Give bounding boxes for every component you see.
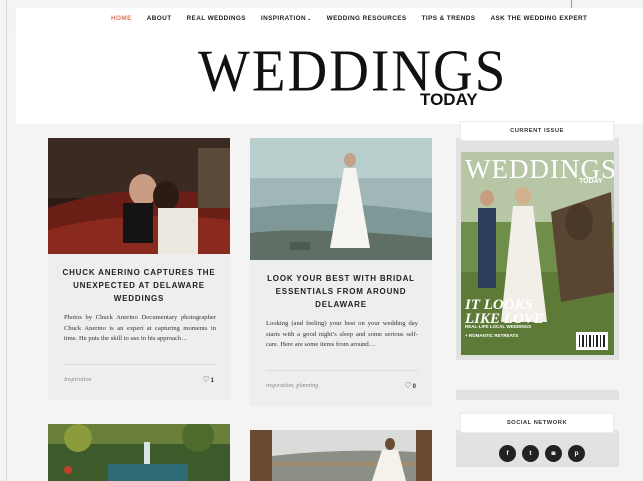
twitter-icon[interactable]: t (522, 445, 539, 462)
post-excerpt: Photos by Chuck Anerino Documentary phot… (64, 314, 216, 342)
nav-item-about[interactable]: ABOUT (147, 15, 172, 22)
like-button[interactable]: ♡1 (202, 375, 214, 384)
magazine-plus: + ROMANTIC RETREATS (465, 333, 519, 338)
heart-icon: ♡ (404, 381, 412, 390)
post-categories[interactable]: inspiration, planning (266, 382, 318, 389)
widget-separator (456, 390, 619, 400)
widget-title-social: SOCIAL NETWORK (460, 413, 614, 433)
pinterest-icon[interactable]: p (568, 445, 585, 462)
page-frame-right (571, 0, 572, 8)
nav-item-tips-trends[interactable]: TIPS & TRENDS (422, 15, 476, 22)
magazine-headline: IT LOOKS LIKE LOVE (465, 297, 544, 327)
post-excerpt: Looking (and feeling) your best on your … (266, 320, 418, 348)
site-header: WEDDINGS TODAY (16, 32, 643, 124)
nav-item-home[interactable]: HOME (111, 15, 132, 22)
post-card (48, 424, 230, 481)
magazine-sub: TODAY (579, 178, 603, 185)
chevron-down-icon: ⌄ (307, 16, 312, 22)
nav-item-real-weddings[interactable]: REAL WEDDINGS (187, 15, 246, 22)
magazine-tagline: REAL-LIFE LOCAL WEDDINGS (465, 324, 532, 329)
facebook-icon[interactable]: f (499, 445, 516, 462)
nav-item-wedding-resources[interactable]: WEDDING RESOURCES (327, 15, 407, 22)
social-links: f t ◙ p (499, 445, 585, 462)
main-navigation: HOME ABOUT REAL WEDDINGS INSPIRATION⌄ WE… (16, 8, 643, 32)
post-title[interactable]: CHUCK ANERINO CAPTURES THE UNEXPECTED AT… (60, 266, 218, 305)
magazine-cover[interactable]: WEDDINGS TODAY IT LOOKS LIKE LOVE REAL-L… (461, 152, 614, 355)
divider (64, 364, 216, 365)
post-categories[interactable]: Inspiration (64, 376, 92, 383)
post-image-couple-car[interactable] (48, 138, 230, 254)
like-button[interactable]: ♡0 (404, 381, 416, 390)
logo-subtitle: TODAY (420, 90, 478, 109)
post-card: CHUCK ANERINO CAPTURES THE UNEXPECTED AT… (48, 138, 230, 400)
nav-item-inspiration[interactable]: INSPIRATION⌄ (261, 15, 312, 22)
like-count: 0 (412, 384, 416, 390)
widget-title-current-issue: CURRENT ISSUE (460, 121, 614, 141)
nav-item-ask-expert[interactable]: ASK THE WEDDING EXPERT (490, 15, 587, 22)
page-frame-left (6, 0, 7, 481)
post-image-bride-beach[interactable] (250, 138, 432, 260)
instagram-icon[interactable]: ◙ (545, 445, 562, 462)
heart-icon: ♡ (202, 375, 210, 384)
post-card (250, 430, 432, 481)
like-count: 1 (210, 378, 214, 384)
post-image-bride-terrace[interactable] (250, 430, 432, 481)
post-title[interactable]: LOOK YOUR BEST WITH BRIDAL ESSENTIALS FR… (262, 272, 420, 311)
divider (266, 370, 418, 371)
post-image-waterfall[interactable] (48, 424, 230, 481)
post-card: LOOK YOUR BEST WITH BRIDAL ESSENTIALS FR… (250, 138, 432, 406)
